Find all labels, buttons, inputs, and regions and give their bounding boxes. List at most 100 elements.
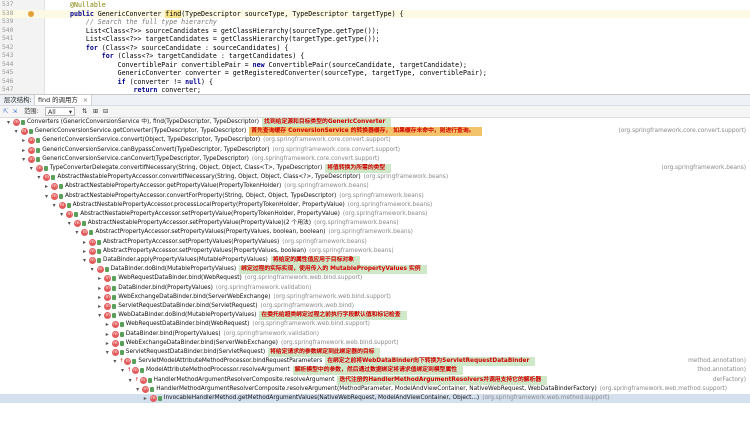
chevron-down-icon[interactable]: ▾ <box>58 210 65 219</box>
tree-row[interactable]: ▸ m GenericConversionService.canBypassConv… <box>0 146 750 155</box>
method-icon: m <box>111 321 119 329</box>
method-signature: TypeConverterDelegate.convertIfNecessary… <box>49 165 323 171</box>
tree-row[interactable]: ▸ m AbstractPropertyAccessor.setPropertyVa… <box>0 238 750 247</box>
chevron-right-icon[interactable]: ▸ <box>81 247 88 256</box>
code-line[interactable]: 547 return converter; <box>0 86 750 94</box>
tree-row[interactable]: ▸ m WebRequestDataBinder.bind(WebRequest)(… <box>0 274 750 283</box>
chevron-right-icon[interactable]: ▸ <box>96 274 103 283</box>
close-icon[interactable]: × <box>83 96 88 104</box>
tree-row[interactable]: ▸ m WebExchangeDataBinder.bind(ServerWebEx… <box>0 339 750 348</box>
chevron-right-icon[interactable]: ▸ <box>96 284 103 293</box>
chevron-down-icon[interactable]: ▾ <box>66 219 73 228</box>
tree-row[interactable]: ▾ m AbstractNestablePropertyAccessor.proce… <box>0 201 750 210</box>
chevron-down-icon[interactable]: ▾ <box>20 155 27 164</box>
package-name: (org.springframework.beans) <box>347 201 433 208</box>
method-signature: AbstractNestablePropertyAccessor.getProp… <box>65 183 282 190</box>
chevron-right-icon[interactable]: ▸ <box>20 146 27 155</box>
chevron-right-icon[interactable]: ▸ <box>104 330 111 339</box>
method-signature: GenericConversionService.convert(Object,… <box>42 137 261 144</box>
tree-row[interactable]: ▾ ↑ m HandlerMethodArgumentResolverComposit… <box>0 375 750 385</box>
tree-row[interactable]: ▸ m WebRequestDataBinder.bind(WebRequest)(… <box>0 320 750 329</box>
chevron-down-icon[interactable]: ▾ <box>28 164 35 173</box>
chevron-down-icon[interactable]: ▾ <box>119 366 126 375</box>
code-line[interactable]: 539 // Search the full type hierarchy <box>0 18 750 27</box>
tree-row[interactable]: ▸ m DataBinder.bind(PropertyValues) (org.sp… <box>0 330 750 339</box>
expand-callers-icon[interactable]: ⇱ <box>3 107 8 116</box>
expand-callees-icon[interactable]: ⇲ <box>12 107 17 116</box>
chevron-right-icon[interactable]: ▸ <box>20 136 27 145</box>
tree-row[interactable]: ▾ m WebDataBinder.doBind(MutablePropertyVa… <box>0 311 750 321</box>
chevron-down-icon[interactable]: ▾ <box>13 127 20 136</box>
method-icon: m <box>51 192 58 200</box>
tree-row[interactable]: ▸ m WebExchangeDataBinder.bind(ServerWebEx… <box>0 293 750 302</box>
chevron-down-icon[interactable]: ▾ <box>43 192 50 201</box>
code-line[interactable]: 545 GenericConverter converter = getRegi… <box>0 69 750 78</box>
tree-row[interactable]: ▾ m AbstractNestablePropertyAccessor.setPr… <box>0 210 750 219</box>
tree-row[interactable]: ▸ m AbstractPropertyAccessor.setPropertyVa… <box>0 247 750 256</box>
tree-row[interactable]: ▾ ↑ m ModelAttributeMethodProcessor.resolve… <box>0 366 750 376</box>
chevron-down-icon[interactable]: ▾ <box>104 348 111 357</box>
sort-icon[interactable]: ⇅ <box>82 107 87 116</box>
chevron-right-icon[interactable]: ▸ <box>96 302 103 311</box>
code-line[interactable]: 540 List<Class<?>> sourceCandidates = ge… <box>0 27 750 36</box>
tree-row[interactable]: ▾ m DataBinder.doBind(MutablePropertyValue… <box>0 265 750 275</box>
chevron-down-icon[interactable]: ▾ <box>134 385 141 394</box>
chevron-right-icon[interactable]: ▸ <box>104 339 111 348</box>
tab-find-callers[interactable]: find 的调用方 × <box>34 95 93 105</box>
package-name: (org.springframework.beans) <box>309 247 394 254</box>
expand-all-icon[interactable]: ⊞ <box>93 107 98 116</box>
chevron-down-icon[interactable]: ▾ <box>127 376 134 385</box>
code-line[interactable]: 537 @Nullable <box>0 1 750 10</box>
code-line[interactable]: 541 List<Class<?>> targetCandidates = ge… <box>0 35 750 44</box>
code-line[interactable]: 542 for (Class<?> sourceCandidate : sour… <box>0 44 750 53</box>
tree-row[interactable]: ▸ m InvocableHandlerMethod.getMethodArgume… <box>0 394 750 403</box>
tree-row[interactable]: ▾ m TypeConverterDelegate.convertIfNecessa… <box>0 164 750 173</box>
chevron-right-icon[interactable]: ▸ <box>81 238 88 247</box>
tree-row[interactable]: ▾ m HandlerMethodArgumentResolverComposite… <box>0 385 750 394</box>
method-signature: DataBinder.bind(PropertyValues) <box>118 284 213 291</box>
tree-row[interactable]: ▾ m GenericConversionService.canConvert(Ty… <box>0 155 750 164</box>
annotation-note: 将值转换为所需的类型 <box>325 164 392 173</box>
chevron-down-icon[interactable]: ▾ <box>96 311 103 320</box>
code-line[interactable]: 544 ConvertiblePair convertiblePair = ne… <box>0 61 750 70</box>
tree-row[interactable]: ▸ m DataBinder.bind(PropertyValues) (org.sp… <box>0 284 750 293</box>
visibility-icon <box>112 304 117 309</box>
visibility-icon <box>81 221 86 227</box>
tree-row[interactable]: ▾ ↑ m ServletModelAttributeMethodProcessor.… <box>0 357 750 367</box>
tree-row[interactable]: ▾ m AbstractNestablePropertyAccessor.conve… <box>0 173 750 182</box>
visibility-icon <box>66 202 71 208</box>
tree-row[interactable]: ▸ m AbstractNestablePropertyAccessor.getPr… <box>0 182 750 191</box>
chevron-right-icon[interactable]: ▸ <box>104 320 111 329</box>
tree-row[interactable]: ▾ m GenericConversionService.getConverter(… <box>0 127 750 137</box>
chevron-down-icon[interactable]: ▾ <box>51 201 58 210</box>
tree-row[interactable]: ▾ m AbstractNestablePropertyAccessor.conve… <box>0 192 750 201</box>
tree-row[interactable]: ▸ m ServletRequestDataBinder.bind(ServletR… <box>0 302 750 311</box>
chevron-down-icon[interactable]: ▾ <box>89 265 96 274</box>
chevron-down-icon[interactable]: ▾ <box>73 228 80 237</box>
chevron-right-icon[interactable]: ▸ <box>142 394 149 403</box>
override-marker-icon[interactable] <box>28 10 34 17</box>
code-line[interactable]: 546 if (converter != null) { <box>0 78 750 87</box>
tree-row[interactable]: ▾ m AbstractNestablePropertyAccessor.setPr… <box>0 219 750 228</box>
chevron-right-icon[interactable]: ▸ <box>43 182 50 191</box>
chevron-down-icon[interactable]: ▾ <box>111 357 118 366</box>
code-line[interactable]: 543 for (Class<?> targetCandidate : targ… <box>0 52 750 61</box>
method-signature: ServletRequestDataBinder.bind(ServletReq… <box>125 349 266 355</box>
method-signature: DataBinder.bind(PropertyValues) <box>125 330 221 337</box>
tree-row[interactable]: ▸ m GenericConversionService.convert(Objec… <box>0 136 750 145</box>
tree-row[interactable]: ▾ m DataBinder.applyPropertyValues(Mutable… <box>0 256 750 265</box>
collapse-all-icon[interactable]: ⊟ <box>103 107 108 116</box>
chevron-down-icon[interactable]: ▾ <box>5 118 12 127</box>
chevron-down-icon[interactable]: ▾ <box>81 256 88 265</box>
chevron-down-icon[interactable]: ▾ <box>35 173 42 182</box>
code-editor[interactable]: 537 @Nullable 538 public GenericConverter f… <box>0 0 750 95</box>
code-line[interactable]: 538 public GenericConverter find(TypeDesc… <box>0 9 750 18</box>
method-signature: ServletRequestDataBinder.bind(ServletReq… <box>118 303 258 309</box>
chevron-right-icon[interactable]: ▸ <box>96 293 103 302</box>
method-icon: m <box>104 303 112 310</box>
tree-row[interactable]: ▾ m ServletRequestDataBinder.bind(ServletR… <box>0 348 750 357</box>
tree-row[interactable]: ▾ m Converters (GenericConversionService 中… <box>0 118 750 127</box>
scope-select[interactable]: All ▾ <box>45 107 75 116</box>
tree-row[interactable]: ▾ m AbstractPropertyAccessor.setPropertyVa… <box>0 228 750 237</box>
